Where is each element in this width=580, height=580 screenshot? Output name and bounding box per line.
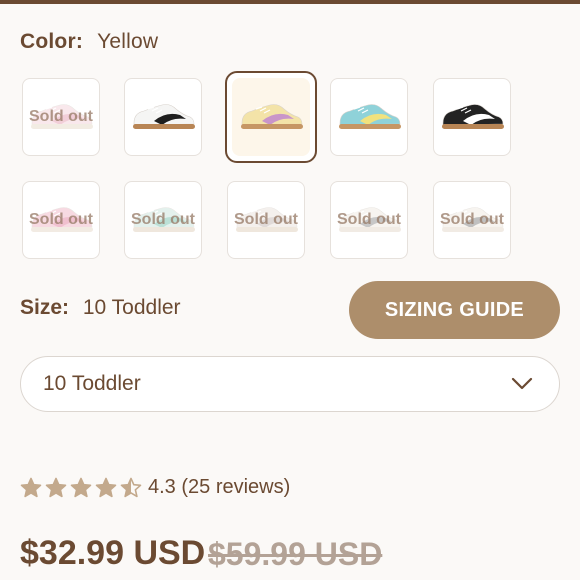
- shoe-image: [133, 207, 195, 232]
- size-label: Size:: [20, 296, 70, 319]
- swatch-grey-sold-out[interactable]: Sold out: [227, 181, 305, 259]
- swatch-cream-grey-sold-out[interactable]: Sold out: [330, 181, 408, 259]
- rating: 4.3 (25 reviews): [20, 476, 290, 499]
- shoe-image: [339, 207, 401, 232]
- shoe-image: [133, 104, 195, 129]
- swatch-mint-sold-out[interactable]: Sold out: [124, 181, 202, 259]
- shoe-image: [31, 104, 93, 129]
- color-value: Yellow: [97, 30, 159, 53]
- swatch-pink-2-sold-out[interactable]: Sold out: [22, 181, 100, 259]
- star-full-icon: [70, 477, 92, 499]
- color-label-row: Color: Yellow: [20, 30, 158, 54]
- shoe-image: [339, 104, 401, 129]
- top-border: [0, 0, 580, 4]
- sizing-guide-button[interactable]: SIZING GUIDE: [349, 281, 560, 339]
- star-full-icon: [20, 477, 42, 499]
- swatch-black[interactable]: [433, 78, 511, 156]
- shoe-image: [236, 207, 298, 232]
- shoe-image: [241, 104, 303, 129]
- color-label: Color:: [20, 30, 84, 53]
- shoe-image: [31, 207, 93, 232]
- chevron-down-icon: [511, 377, 533, 391]
- star-half-icon: [120, 477, 142, 499]
- current-price: $32.99 USD: [20, 534, 206, 572]
- swatch-pink-sold-out[interactable]: Sold out: [22, 78, 100, 156]
- size-value: 10 Toddler: [82, 296, 181, 319]
- star-rating: [20, 477, 145, 499]
- size-select[interactable]: 10 Toddler: [20, 356, 560, 412]
- compare-at-price: $59.99 USD: [208, 536, 383, 572]
- star-full-icon: [45, 477, 67, 499]
- star-full-icon: [95, 477, 117, 499]
- size-label-row: Size: 10 Toddler: [20, 296, 181, 320]
- shoe-image: [442, 104, 504, 129]
- size-select-value: 10 Toddler: [43, 372, 141, 395]
- shoe-image: [442, 207, 504, 232]
- swatch-teal[interactable]: [330, 78, 408, 156]
- swatch-cream-grey-2-sold-out[interactable]: Sold out: [433, 181, 511, 259]
- swatch-white-black[interactable]: [124, 78, 202, 156]
- rating-text[interactable]: 4.3 (25 reviews): [148, 476, 290, 499]
- swatch-yellow[interactable]: [225, 71, 317, 163]
